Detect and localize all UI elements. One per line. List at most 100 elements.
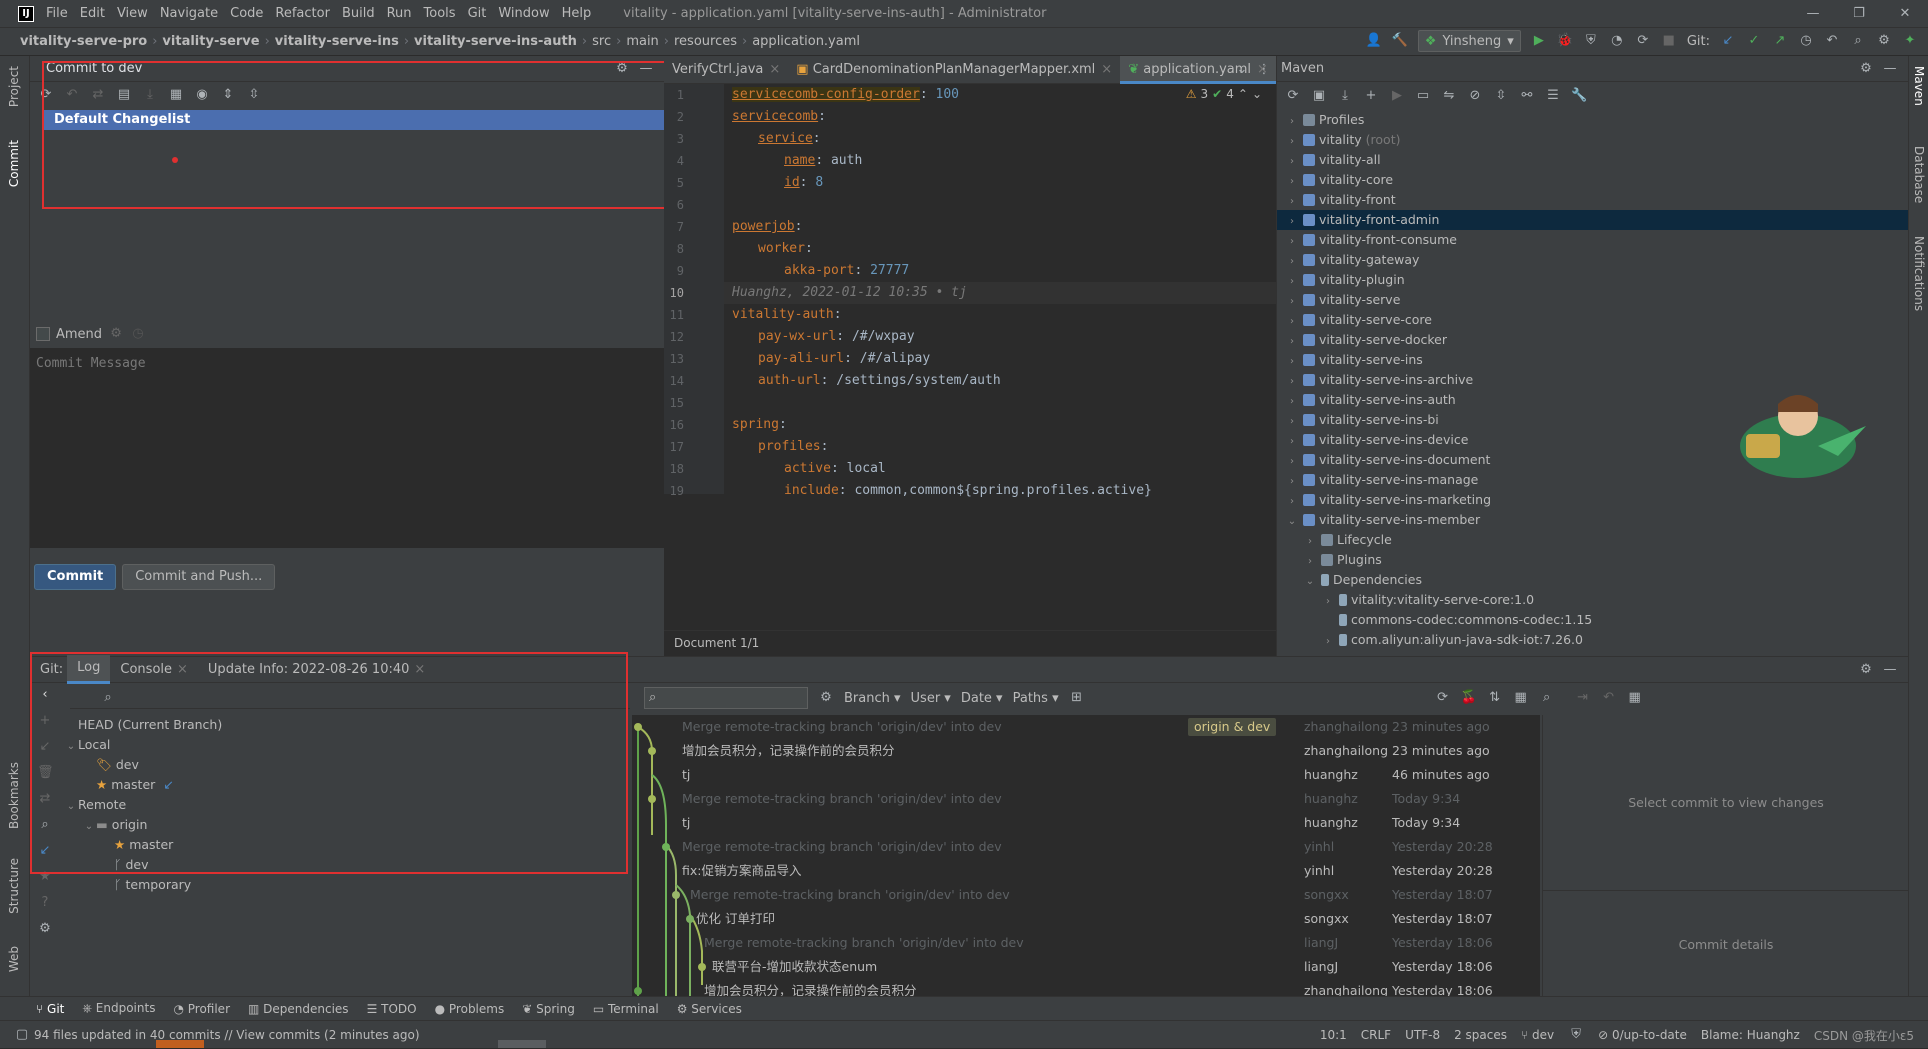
editor-tab[interactable]: ▣ CardDenominationPlanManagerMapper.xml × <box>788 56 1120 84</box>
chevron-right-icon[interactable]: › <box>1285 352 1299 372</box>
database-tab[interactable]: Database <box>1912 146 1926 203</box>
maven-tree-item[interactable]: › vitality-plugin <box>1277 270 1908 290</box>
clock-icon[interactable]: ◷ <box>130 326 146 342</box>
amend-checkbox[interactable] <box>36 327 50 341</box>
code-line[interactable]: pay-ali-url: /#/alipay <box>724 348 1276 370</box>
git-commit-icon[interactable]: ✓ <box>1746 33 1762 49</box>
tool-window-services[interactable]: ⚙ Services <box>677 1002 742 1016</box>
code-line[interactable]: servicecomb: <box>724 106 1276 128</box>
menu-navigate[interactable]: Navigate <box>160 6 218 21</box>
commit-row[interactable]: tj huanghz Today 9:34 <box>632 811 1540 835</box>
download-icon[interactable]: ⤓ <box>1337 88 1353 104</box>
structure-tab[interactable]: Structure <box>7 858 21 914</box>
caret-position[interactable]: 10:1 <box>1320 1028 1347 1042</box>
commit-tab[interactable]: Commit <box>7 140 21 187</box>
maven-tree-item[interactable]: ⌄ Dependencies <box>1277 570 1908 590</box>
commit-row[interactable]: 优化 订单打印 songxx Yesterday 18:07 <box>632 907 1540 931</box>
settings-gear-icon[interactable]: ⚙ <box>818 690 834 706</box>
debug-icon[interactable]: 🐞 <box>1557 33 1573 49</box>
run-maven-icon[interactable]: ▶ <box>1389 88 1405 104</box>
more-vertical-icon[interactable]: ⋮ <box>1256 62 1272 78</box>
cherry-pick-icon[interactable]: 🍒 <box>1461 690 1477 706</box>
editor-tab[interactable]: VerifyCtrl.java × <box>664 56 788 84</box>
menu-refactor[interactable]: Refactor <box>275 6 330 21</box>
tool-window-git[interactable]: ⑂ Git <box>36 1002 64 1016</box>
chevron-right-icon[interactable]: › <box>1285 392 1299 412</box>
chevron-right-icon[interactable]: › <box>1285 112 1299 132</box>
commit-row[interactable]: Merge remote-tracking branch 'origin/dev… <box>632 931 1540 955</box>
blame-widget[interactable]: Blame: Huanghz <box>1701 1028 1800 1042</box>
project-tab[interactable]: Project <box>7 66 21 107</box>
chevron-right-icon[interactable]: › <box>1285 332 1299 352</box>
date-filter[interactable]: Date ▾ <box>961 691 1003 706</box>
breadcrumb-item[interactable]: main <box>626 34 658 49</box>
code-line[interactable]: name: auth <box>724 150 1276 172</box>
close-tab-icon[interactable]: × <box>769 62 780 77</box>
chevron-right-icon[interactable]: › <box>1321 632 1335 652</box>
breadcrumb-item[interactable]: vitality-serve-ins-auth <box>414 34 577 49</box>
plugin-icon[interactable]: ✦ <box>1902 33 1918 49</box>
chevron-right-icon[interactable]: › <box>1285 492 1299 512</box>
code-line[interactable]: spring: <box>724 414 1276 436</box>
branch-filter[interactable]: Branch ▾ <box>844 691 901 706</box>
sort-icon[interactable]: ⇅ <box>1487 690 1503 706</box>
generate-sources-icon[interactable]: ▣ <box>1311 88 1327 104</box>
cherry-icon[interactable]: ⇥ <box>1575 690 1591 706</box>
panel-toggle-icon[interactable]: ▢ <box>14 1027 30 1043</box>
chevron-down-icon[interactable]: ⌄ <box>1285 512 1299 532</box>
search-icon[interactable]: ⌕ <box>1539 690 1555 706</box>
indent-setting[interactable]: 2 spaces <box>1454 1028 1507 1042</box>
commit-row[interactable]: 增加会员积分，记录操作前的会员积分 zhanghailong 23 minutes … <box>632 739 1540 763</box>
commit-row[interactable]: tj huanghz 46 minutes ago <box>632 763 1540 787</box>
maven-tree-item[interactable]: › Plugins <box>1277 550 1908 570</box>
coverage-icon[interactable]: ⛨ <box>1583 33 1599 49</box>
build-hammer-icon[interactable]: 🔨 <box>1392 33 1408 49</box>
tool-window-todo[interactable]: ☰ TODO <box>367 1002 417 1016</box>
shield-icon[interactable]: ⛨ <box>1568 1027 1584 1043</box>
git-update-icon[interactable]: ↙ <box>1720 33 1736 49</box>
refresh-icon[interactable]: ⟳ <box>1435 690 1451 706</box>
maven-tree-item[interactable]: › vitality-gateway <box>1277 250 1908 270</box>
minimize-icon[interactable]: — <box>1790 6 1836 22</box>
chevron-right-icon[interactable]: › <box>1285 432 1299 452</box>
chevron-down-icon[interactable]: ⌄ <box>1252 87 1262 101</box>
commit-row[interactable]: 联营平台-增加收款状态enum liangJ Yesterday 18:06 <box>632 955 1540 979</box>
commit-message-input[interactable]: Commit Message <box>30 348 664 548</box>
wrench-icon[interactable]: 🔧 <box>1571 88 1587 104</box>
chevron-right-icon[interactable]: › <box>1285 152 1299 172</box>
chevron-right-icon[interactable]: › <box>1303 552 1317 572</box>
chevron-right-icon[interactable]: › <box>1285 212 1299 232</box>
chevron-right-icon[interactable]: › <box>1285 172 1299 192</box>
commit-row[interactable]: Merge remote-tracking branch 'origin/dev… <box>632 883 1540 907</box>
run-more-icon[interactable]: ⟳ <box>1635 33 1651 49</box>
web-tab[interactable]: Web <box>7 946 21 972</box>
maven-tree-item[interactable]: › vitality:vitality-serve-core:1.0 <box>1277 590 1908 610</box>
chevron-right-icon[interactable]: › <box>1285 312 1299 332</box>
skip-tests-icon[interactable]: ⊘ <box>1467 88 1483 104</box>
code-line[interactable]: akka-port: 27777 <box>724 260 1276 282</box>
menu-view[interactable]: View <box>117 6 148 21</box>
settings-gear-icon[interactable]: ⚙ <box>1876 33 1892 49</box>
breadcrumb-item[interactable]: resources <box>674 34 737 49</box>
commit-row[interactable]: Merge remote-tracking branch 'origin/dev… <box>632 835 1540 859</box>
chevron-right-icon[interactable]: › <box>1285 272 1299 292</box>
run-config-select[interactable]: ❖ Yinsheng ▾ <box>1417 30 1521 52</box>
maven-tree-item[interactable]: › vitality-serve-docker <box>1277 330 1908 350</box>
revert-icon[interactable]: ↶ <box>1601 690 1617 706</box>
chevron-right-icon[interactable]: › <box>1285 372 1299 392</box>
menu-help[interactable]: Help <box>562 6 592 21</box>
settings-gear-icon[interactable]: ⚙ <box>1858 61 1874 77</box>
chevron-right-icon[interactable]: › <box>1303 532 1317 552</box>
history-icon[interactable]: ◷ <box>1798 33 1814 49</box>
menu-code[interactable]: Code <box>230 6 263 21</box>
code-line[interactable]: active: local <box>724 458 1276 480</box>
settings-gear-icon[interactable]: ⚙ <box>1858 662 1874 678</box>
maven-tree-item[interactable]: › vitality-serve <box>1277 290 1908 310</box>
search-icon[interactable]: ⌕ <box>1850 33 1866 49</box>
user-icon[interactable]: 👤 <box>1366 33 1382 49</box>
menu-file[interactable]: File <box>46 6 68 21</box>
code-line[interactable]: Huanghz, 2022-01-12 10:35 • tj <box>724 282 1276 304</box>
tool-window-problems[interactable]: ● Problems <box>435 1002 505 1016</box>
chevron-right-icon[interactable]: › <box>1285 412 1299 432</box>
git-branch-widget[interactable]: ⑂ dev <box>1521 1028 1554 1042</box>
